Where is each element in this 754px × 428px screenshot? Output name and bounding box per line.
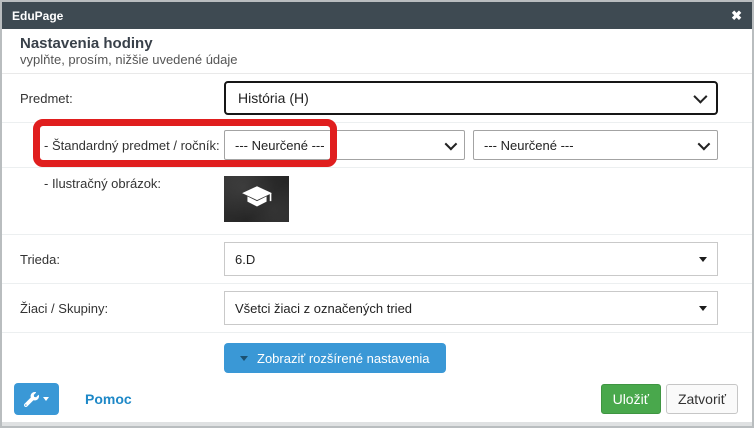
caret-down-icon xyxy=(699,305,707,311)
subject-select[interactable]: História (H) xyxy=(224,81,718,115)
chevron-down-icon xyxy=(693,89,708,104)
students-label: Žiaci / Skupiny: xyxy=(20,300,109,316)
students-dropdown-value: Všetci žiaci z označených tried xyxy=(235,300,413,316)
row-class: Trieda: 6.D xyxy=(2,235,752,284)
students-dropdown[interactable]: Všetci žiaci z označených tried xyxy=(224,291,718,325)
caret-down-icon xyxy=(699,256,707,262)
help-link[interactable]: Pomoc xyxy=(85,391,132,407)
row-students: Žiaci / Skupiny: Všetci žiaci z označený… xyxy=(2,284,752,333)
row-standard-subject: - Štandardný predmet / ročník: --- Neurč… xyxy=(2,123,752,168)
caret-down-icon xyxy=(43,397,49,401)
lesson-settings-dialog: EduPage ✖ Nastavenia hodiny vyplňte, pro… xyxy=(0,0,754,428)
subject-label: Predmet: xyxy=(20,90,73,106)
class-dropdown[interactable]: 6.D xyxy=(224,242,718,276)
row-subject: Predmet: História (H) xyxy=(2,74,752,123)
chevron-down-icon xyxy=(697,137,711,150)
row-advanced-settings: Zobraziť rozšírené nastavenia xyxy=(2,333,752,375)
row-illustration: - Ilustračný obrázok: xyxy=(2,168,752,235)
dialog-intro: Nastavenia hodiny vyplňte, prosím, nižši… xyxy=(2,29,752,74)
close-button[interactable]: Zatvoriť xyxy=(665,384,738,414)
illustration-thumbnail[interactable] xyxy=(224,176,289,222)
dialog-footer: Pomoc Uložiť Zatvoriť xyxy=(2,375,752,425)
illustration-label: - Ilustračný obrázok: xyxy=(44,176,162,191)
standard-subject-select[interactable]: --- Neurčené --- xyxy=(224,130,465,160)
standard-grade-value: --- Neurčené --- xyxy=(484,137,574,153)
graduation-cap-icon xyxy=(241,186,272,207)
close-icon[interactable]: ✖ xyxy=(731,9,742,22)
advanced-settings-label: Zobraziť rozšírené nastavenia xyxy=(257,350,430,366)
class-dropdown-value: 6.D xyxy=(235,251,256,267)
app-title: EduPage xyxy=(12,8,64,23)
subject-select-value: História (H) xyxy=(238,90,309,106)
standard-grade-select[interactable]: --- Neurčené --- xyxy=(473,130,718,160)
wrench-icon xyxy=(24,391,39,407)
caret-down-icon xyxy=(240,355,248,361)
standard-subject-label: - Štandardný predmet / ročník: xyxy=(44,137,220,153)
page-subtitle: vyplňte, prosím, nižšie uvedené údaje xyxy=(20,52,238,67)
class-label: Trieda: xyxy=(20,251,60,267)
chevron-down-icon xyxy=(444,137,458,150)
show-advanced-settings-button[interactable]: Zobraziť rozšírené nastavenia xyxy=(224,343,446,373)
save-button[interactable]: Uložiť xyxy=(600,384,661,414)
standard-subject-value: --- Neurčené --- xyxy=(235,137,325,153)
dialog-titlebar[interactable]: EduPage ✖ xyxy=(2,2,752,29)
tools-menu-button[interactable] xyxy=(14,383,59,415)
page-title: Nastavenia hodiny xyxy=(20,35,153,52)
